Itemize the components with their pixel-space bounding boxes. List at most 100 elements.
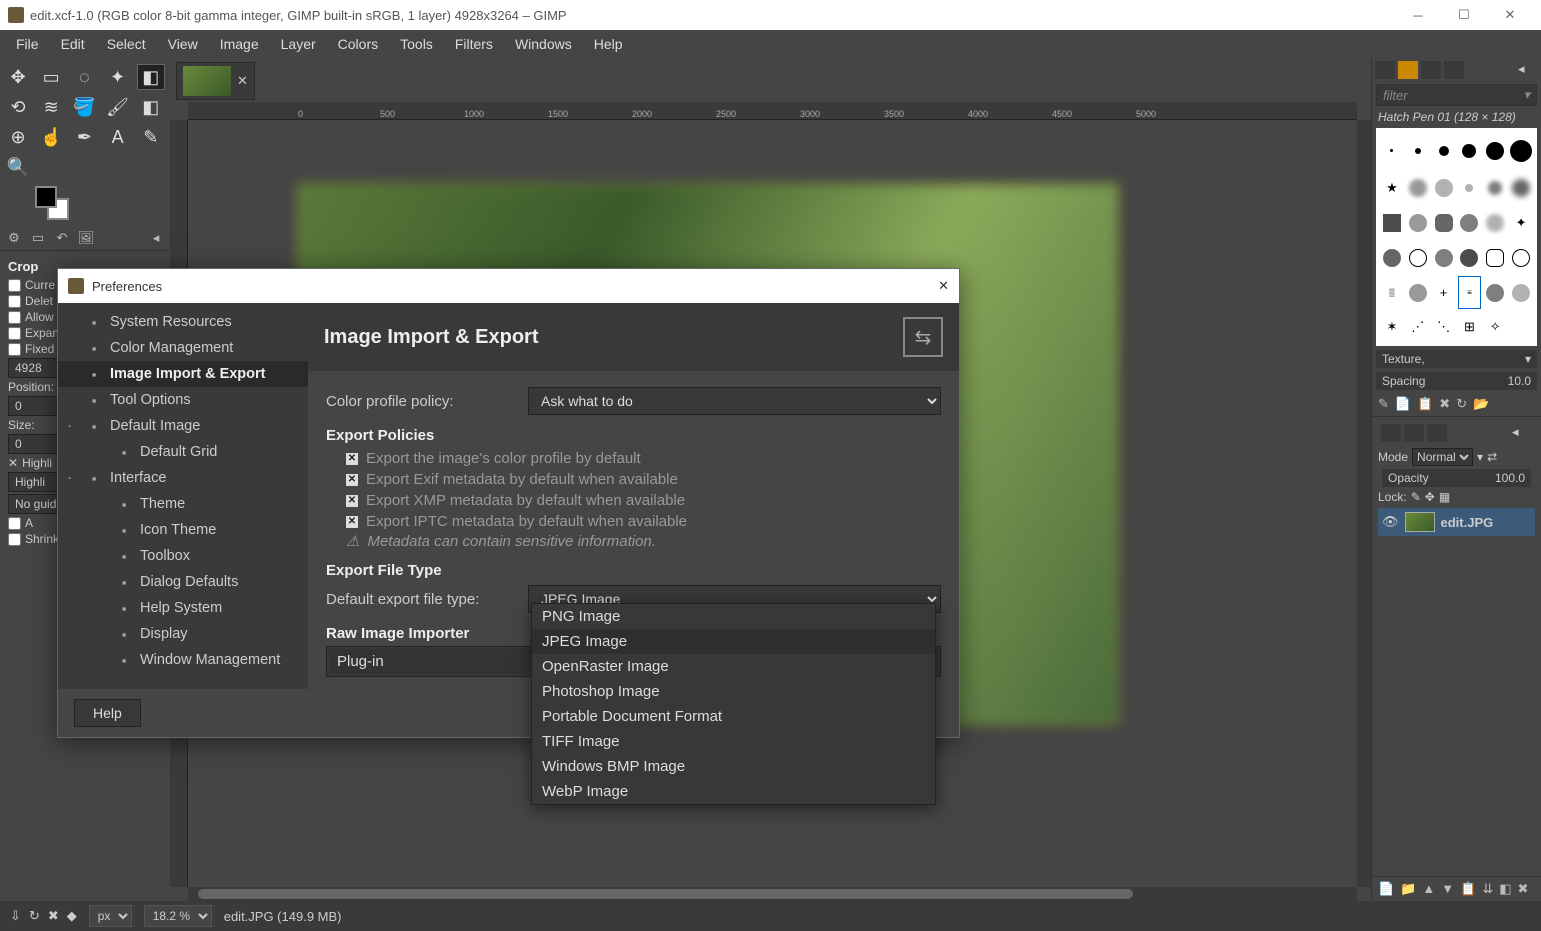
position-value[interactable]: 0: [8, 396, 58, 416]
dropdown-option[interactable]: TIFF Image: [532, 729, 935, 754]
layer-name[interactable]: edit.JPG: [1441, 515, 1494, 530]
menu-colors[interactable]: Colors: [328, 32, 388, 56]
opt-expand[interactable]: [8, 327, 21, 340]
menu-file[interactable]: File: [6, 32, 49, 56]
minimize-button[interactable]: ─: [1395, 0, 1441, 30]
prefs-nav-item[interactable]: -▪Interface: [58, 465, 308, 491]
refresh-brush-icon[interactable]: ↻: [1456, 396, 1467, 412]
layer-mode-select[interactable]: Normal: [1412, 448, 1473, 466]
dropdown-option[interactable]: OpenRaster Image: [532, 654, 935, 679]
menu-select[interactable]: Select: [97, 32, 156, 56]
tool-crop[interactable]: ◧: [137, 64, 165, 90]
opt-shrink[interactable]: [8, 533, 21, 546]
duplicate-layer-icon[interactable]: 📋: [1460, 881, 1476, 897]
scrollbar-vertical[interactable]: [1357, 120, 1371, 887]
lower-layer-icon[interactable]: ▼: [1441, 881, 1454, 897]
prefs-nav-item[interactable]: ▪Image Import & Export: [58, 361, 308, 387]
tool-fuzzy-select[interactable]: ✦: [104, 64, 132, 90]
prefs-close-button[interactable]: ✕: [938, 278, 949, 294]
prefs-nav-item[interactable]: ▪Theme: [58, 491, 308, 517]
status-icon-1[interactable]: ⇩: [10, 908, 21, 924]
texture-select[interactable]: Texture,▾: [1376, 350, 1537, 368]
tab-menu-icon[interactable]: ◂: [1518, 61, 1538, 79]
chk-exif[interactable]: ✕: [346, 474, 358, 486]
foreground-color[interactable]: [35, 186, 57, 208]
opt-current[interactable]: [8, 279, 21, 292]
menu-view[interactable]: View: [158, 32, 208, 56]
filetype-dropdown[interactable]: PNG ImageJPEG ImageOpenRaster ImagePhoto…: [531, 603, 936, 805]
dock-tab-undo[interactable]: ↶: [52, 230, 72, 246]
close-button[interactable]: ✕: [1487, 0, 1533, 30]
brush-filter[interactable]: filter ▾: [1376, 84, 1537, 106]
menu-help[interactable]: Help: [584, 32, 633, 56]
dropdown-option[interactable]: Photoshop Image: [532, 679, 935, 704]
dropdown-option[interactable]: PNG Image: [532, 604, 935, 629]
new-layer-icon[interactable]: 📄: [1378, 881, 1394, 897]
tool-text[interactable]: A: [104, 124, 132, 150]
dock-tab-menu[interactable]: ◂: [146, 230, 166, 246]
menu-windows[interactable]: Windows: [505, 32, 582, 56]
layers-tab-menu[interactable]: ◂: [1512, 424, 1532, 442]
prefs-nav-item[interactable]: ▪Dialog Defaults: [58, 569, 308, 595]
brush-grid[interactable]: ★ ✦ ▒+≡ ✶⋰⋱⊞✧: [1376, 128, 1537, 346]
dropdown-option[interactable]: Windows BMP Image: [532, 754, 935, 779]
tab-history[interactable]: [1444, 61, 1464, 79]
opt-fixed[interactable]: [8, 343, 21, 356]
tool-transform[interactable]: ⟲: [4, 94, 32, 120]
dock-tab-options[interactable]: ⚙: [4, 230, 24, 246]
color-profile-select[interactable]: Ask what to do: [528, 387, 941, 415]
tab-patterns[interactable]: [1398, 61, 1418, 79]
menu-filters[interactable]: Filters: [445, 32, 503, 56]
lock-position-icon[interactable]: ✥: [1425, 490, 1435, 504]
fixed-value[interactable]: 4928: [8, 358, 58, 378]
lock-pixels-icon[interactable]: ✎: [1411, 490, 1421, 504]
tool-clone[interactable]: ⊕: [4, 124, 32, 150]
maximize-button[interactable]: ☐: [1441, 0, 1487, 30]
chk-iptc[interactable]: ✕: [346, 516, 358, 528]
status-icon-2[interactable]: ↻: [29, 908, 40, 924]
tool-smudge[interactable]: ☝: [37, 124, 65, 150]
prefs-nav-item[interactable]: -▪Default Image: [58, 413, 308, 439]
dock-tab-device[interactable]: ▭: [28, 230, 48, 246]
tool-warp[interactable]: ≋: [37, 94, 65, 120]
tool-zoom[interactable]: 🔍: [4, 154, 32, 180]
chk-color-profile[interactable]: ✕: [346, 453, 358, 465]
status-icon-3[interactable]: ✖: [48, 908, 59, 924]
chk-xmp[interactable]: ✕: [346, 495, 358, 507]
mask-layer-icon[interactable]: ◧: [1499, 881, 1511, 897]
image-tab[interactable]: ✕: [176, 62, 255, 100]
opt-auto[interactable]: [8, 517, 21, 530]
unit-select[interactable]: px: [89, 905, 132, 927]
prefs-nav[interactable]: ▪System Resources▪Color Management▪Image…: [58, 303, 308, 689]
spacing-input[interactable]: Spacing10.0: [1376, 372, 1537, 390]
status-icon-4[interactable]: ◆: [67, 908, 77, 924]
prefs-nav-item[interactable]: ▪Tool Options: [58, 387, 308, 413]
size-value[interactable]: 0: [8, 434, 58, 454]
menu-tools[interactable]: Tools: [390, 32, 443, 56]
tab-paths[interactable]: [1427, 424, 1447, 442]
opt-delete[interactable]: [8, 295, 21, 308]
prefs-nav-item[interactable]: ▪Help System: [58, 595, 308, 621]
tab-brushes[interactable]: [1375, 61, 1395, 79]
visibility-icon[interactable]: 👁: [1382, 514, 1399, 530]
tool-eraser[interactable]: ◧: [137, 94, 165, 120]
dropdown-option[interactable]: JPEG Image: [532, 629, 935, 654]
dock-tab-images[interactable]: 🖼: [76, 230, 96, 246]
layer-item[interactable]: 👁 edit.JPG: [1378, 508, 1535, 536]
prefs-nav-item[interactable]: ▪Icon Theme: [58, 517, 308, 543]
opacity-slider[interactable]: Opacity100.0: [1382, 469, 1531, 487]
delete-brush-icon[interactable]: ✖: [1439, 396, 1450, 412]
prefs-nav-item[interactable]: ▪Default Grid: [58, 439, 308, 465]
delete-layer-icon[interactable]: ✖: [1518, 881, 1529, 897]
scrollbar-horizontal[interactable]: [188, 887, 1357, 901]
tab-fonts[interactable]: [1421, 61, 1441, 79]
prefs-nav-item[interactable]: ▪Toolbox: [58, 543, 308, 569]
menu-layer[interactable]: Layer: [271, 32, 326, 56]
new-brush-icon[interactable]: 📄: [1395, 396, 1411, 412]
tab-close-icon[interactable]: ✕: [237, 73, 248, 89]
menu-image[interactable]: Image: [210, 32, 269, 56]
tool-bucket[interactable]: 🪣: [70, 94, 98, 120]
dropdown-option[interactable]: WebP Image: [532, 779, 935, 804]
prefs-nav-item[interactable]: ▪Display: [58, 621, 308, 647]
tab-channels[interactable]: [1404, 424, 1424, 442]
